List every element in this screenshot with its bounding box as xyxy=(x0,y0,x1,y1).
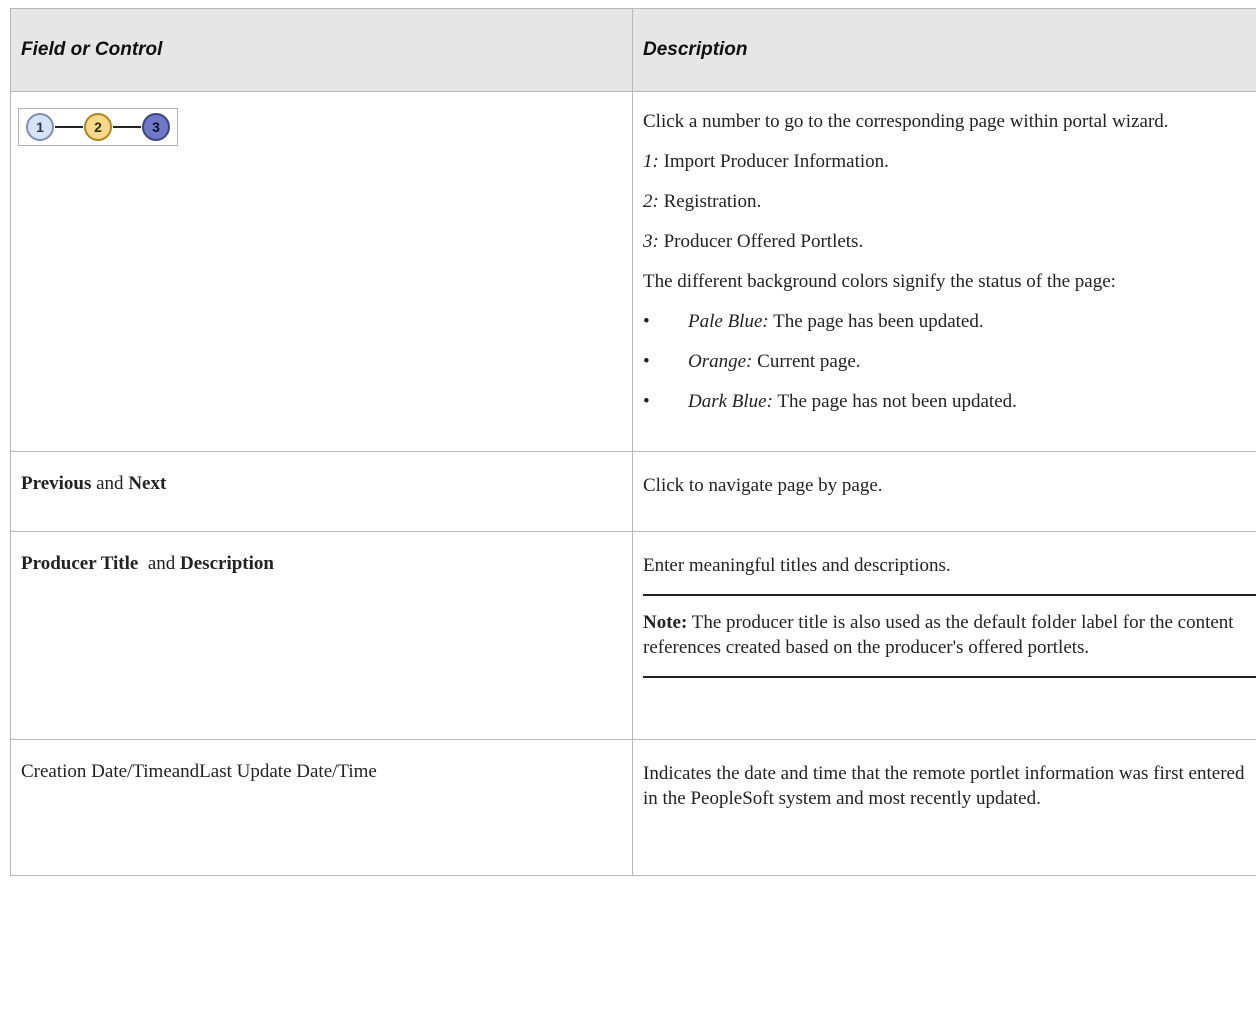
wizard-step-number: 2 xyxy=(94,119,102,135)
wizard-step-1-button[interactable]: 1 xyxy=(25,112,55,142)
list-item: • Pale Blue: The page has been updated. xyxy=(643,309,1246,334)
previous-next-description-cell: Click to navigate page by page. xyxy=(632,451,1256,532)
wizard-step-number: 1 xyxy=(36,119,44,135)
creation-date-description: Indicates the date and time that the rem… xyxy=(643,763,1245,809)
wizard-connector xyxy=(55,126,83,128)
previous-label: Previous xyxy=(21,473,92,494)
step-2-key: 2: xyxy=(643,191,659,212)
description-label: Description xyxy=(180,553,274,574)
next-label: Next xyxy=(128,473,167,494)
joiner-text: and xyxy=(138,553,181,574)
bullet-text: Current page. xyxy=(752,351,861,372)
bullet-key: Pale Blue: xyxy=(688,311,769,332)
field-description-table: Field or Control Description 1 2 3 Click a… xyxy=(10,8,1256,876)
wizard-step-indicator: 1 2 3 xyxy=(18,108,178,146)
wizard-step-3-button[interactable]: 3 xyxy=(141,112,171,142)
bullet-key: Dark Blue: xyxy=(688,391,773,412)
bullet-icon: • xyxy=(643,351,650,372)
step-2-line: 2: Registration. xyxy=(643,189,1246,214)
producer-title-description-cell: Enter meaningful titles and descriptions… xyxy=(632,531,1256,740)
note-label: Note: xyxy=(643,612,688,633)
wizard-step-2-button[interactable]: 2 xyxy=(83,112,113,142)
joiner-text: and xyxy=(91,473,129,494)
creation-date-field-cell: Creation Date/TimeandLast Update Date/Ti… xyxy=(10,739,633,876)
table-row: 1 2 3 Click a number to go to the correspo… xyxy=(10,91,1256,452)
previous-next-field-cell: Previous and Next xyxy=(10,451,633,532)
bullet-text: The page has been updated. xyxy=(768,311,984,332)
step-3-key: 3: xyxy=(643,231,659,252)
header-description: Description xyxy=(632,8,1256,92)
list-item: • Dark Blue: The page has not been update… xyxy=(643,389,1246,414)
wizard-step-number: 3 xyxy=(152,119,160,135)
table-row: Previous and Next Click to navigate page… xyxy=(10,451,1256,532)
wizard-cell: 1 2 3 xyxy=(10,91,633,452)
table-header-row: Field or Control Description xyxy=(10,8,1256,92)
header-field-label: Field or Control xyxy=(21,39,163,60)
bullet-icon: • xyxy=(643,391,650,412)
wizard-intro: Click a number to go to the correspondin… xyxy=(643,111,1169,132)
bullet-key: Orange: xyxy=(688,351,753,372)
status-intro: The different background colors signify … xyxy=(643,271,1116,292)
producer-title-label: Producer Title xyxy=(21,553,139,574)
note-box: Note: The producer title is also used as… xyxy=(643,594,1256,678)
producer-title-field-cell: Producer Title and Description xyxy=(10,531,633,740)
list-item: • Orange: Current page. xyxy=(643,349,1246,374)
creation-date-description-cell: Indicates the date and time that the rem… xyxy=(632,739,1256,876)
producer-title-description: Enter meaningful titles and descriptions… xyxy=(643,555,951,576)
note-text: The producer title is also used as the d… xyxy=(643,612,1234,658)
step-3-text: Producer Offered Portlets. xyxy=(658,231,864,252)
previous-next-description: Click to navigate page by page. xyxy=(643,475,883,496)
header-description-label: Description xyxy=(643,39,748,60)
step-2-text: Registration. xyxy=(658,191,762,212)
step-1-text: Import Producer Information. xyxy=(658,151,889,172)
creation-date-label: Creation Date/TimeandLast Update Date/Ti… xyxy=(21,761,377,782)
bullet-icon: • xyxy=(643,311,650,332)
step-1-line: 1: Import Producer Information. xyxy=(643,149,1246,174)
wizard-connector xyxy=(113,126,141,128)
bullet-text: The page has not been updated. xyxy=(772,391,1017,412)
wizard-description-cell: Click a number to go to the correspondin… xyxy=(632,91,1256,452)
step-1-key: 1: xyxy=(643,151,659,172)
table-row: Producer Title and Description Enter mea… xyxy=(10,531,1256,740)
header-field-or-control: Field or Control xyxy=(10,8,633,92)
step-3-line: 3: Producer Offered Portlets. xyxy=(643,229,1246,254)
table-row: Creation Date/TimeandLast Update Date/Ti… xyxy=(10,739,1256,876)
